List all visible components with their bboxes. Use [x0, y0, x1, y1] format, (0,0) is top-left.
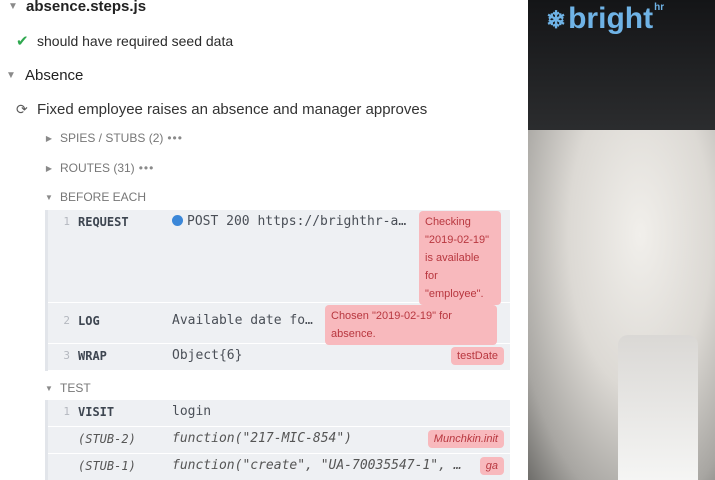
- command-message: function("create", "UA-70035547-1", …: [172, 458, 462, 473]
- command-number: 2: [63, 314, 70, 327]
- test-header[interactable]: ▼ TEST: [0, 378, 520, 398]
- command-name: VISIT: [78, 405, 115, 419]
- more-icon[interactable]: •••: [139, 161, 155, 175]
- before-each-header[interactable]: ▼ BEFORE EACH: [0, 187, 520, 207]
- suite-row[interactable]: ▼ Absence: [0, 64, 520, 86]
- brighthr-logo: ❄brighthr: [546, 2, 664, 36]
- command-name: LOG: [78, 314, 100, 328]
- command-note: Munchkin.init: [427, 430, 504, 448]
- command-number: 3: [63, 349, 70, 362]
- command-row[interactable]: 1 REQUEST POST 200 https://brighthr-a… C…: [48, 210, 510, 305]
- app-preview[interactable]: ❄brighthr: [528, 0, 715, 480]
- brand-mark-icon: ❄: [546, 7, 567, 34]
- preview-photo-detail: [618, 335, 698, 480]
- test-runner-panel: ▼ absence.steps.js ✔ should have require…: [0, 0, 520, 480]
- command-message: login: [172, 404, 212, 419]
- command-name: (STUB-2): [78, 432, 136, 446]
- routes-row[interactable]: ▶ ROUTES (31) •••: [0, 158, 520, 178]
- spies-stubs-row[interactable]: ▶ SPIES / STUBS (2) •••: [0, 128, 520, 148]
- logo-superscript: hr: [654, 2, 665, 13]
- command-row[interactable]: (STUB-2) function("217-MIC-854") Munchki…: [48, 427, 510, 454]
- caret-right-icon[interactable]: ▶: [42, 134, 56, 143]
- panel-divider[interactable]: [520, 0, 528, 480]
- routes-label: ROUTES (31): [60, 161, 135, 175]
- logo-text: bright: [568, 2, 654, 35]
- command-name: REQUEST: [78, 215, 129, 229]
- test-section-label: TEST: [60, 381, 91, 395]
- passed-test-row[interactable]: ✔ should have required seed data: [0, 30, 520, 52]
- more-icon[interactable]: •••: [167, 131, 183, 145]
- test-commands: 1 VISIT login (STUB-2) function("217-MIC…: [45, 400, 510, 480]
- spec-file-row[interactable]: ▼ absence.steps.js: [0, 0, 520, 17]
- command-name: WRAP: [78, 349, 107, 363]
- caret-right-icon[interactable]: ▶: [42, 164, 56, 173]
- command-number: 1: [63, 215, 70, 228]
- command-row[interactable]: 2 LOG Available date fo… Chosen "2019-02…: [48, 303, 510, 345]
- command-message: Object{6}: [172, 348, 243, 363]
- command-note: Chosen "2019-02-19" for absence.: [325, 305, 497, 345]
- command-message: function("217-MIC-854"): [172, 431, 353, 446]
- spec-file-name: absence.steps.js: [26, 0, 147, 15]
- before-each-label: BEFORE EACH: [60, 190, 147, 204]
- caret-down-icon[interactable]: ▼: [6, 1, 20, 12]
- command-row[interactable]: (STUB-1) function("create", "UA-70035547…: [48, 454, 510, 480]
- command-number: 1: [63, 405, 70, 418]
- command-note: testDate: [451, 347, 504, 365]
- command-message-text: POST 200 https://brighthr-a…: [187, 214, 407, 229]
- command-name: (STUB-1): [78, 459, 136, 473]
- test-title: should have required seed data: [37, 33, 234, 49]
- caret-down-icon[interactable]: ▼: [4, 70, 18, 81]
- command-row[interactable]: 3 WRAP Object{6} testDate: [48, 344, 510, 371]
- test-title: Fixed employee raises an absence and man…: [37, 100, 428, 118]
- command-message: Available date fo…: [172, 313, 313, 328]
- command-row[interactable]: 1 VISIT login: [48, 400, 510, 427]
- command-note: Checking "2019-02-19" is available for "…: [419, 211, 501, 305]
- caret-down-icon[interactable]: ▼: [42, 384, 56, 393]
- running-test-row[interactable]: ⟳ Fixed employee raises an absence and m…: [0, 98, 520, 120]
- before-each-commands: 1 REQUEST POST 200 https://brighthr-a… C…: [45, 210, 510, 371]
- suite-title: Absence: [25, 66, 84, 84]
- spies-stubs-label: SPIES / STUBS (2): [60, 131, 164, 145]
- command-note: ga: [479, 457, 504, 475]
- checkmark-icon: ✔: [16, 33, 29, 50]
- command-message: POST 200 https://brighthr-a…: [172, 214, 406, 229]
- caret-down-icon[interactable]: ▼: [42, 193, 56, 202]
- refresh-icon: ⟳: [16, 100, 28, 117]
- request-status-dot: [172, 215, 183, 226]
